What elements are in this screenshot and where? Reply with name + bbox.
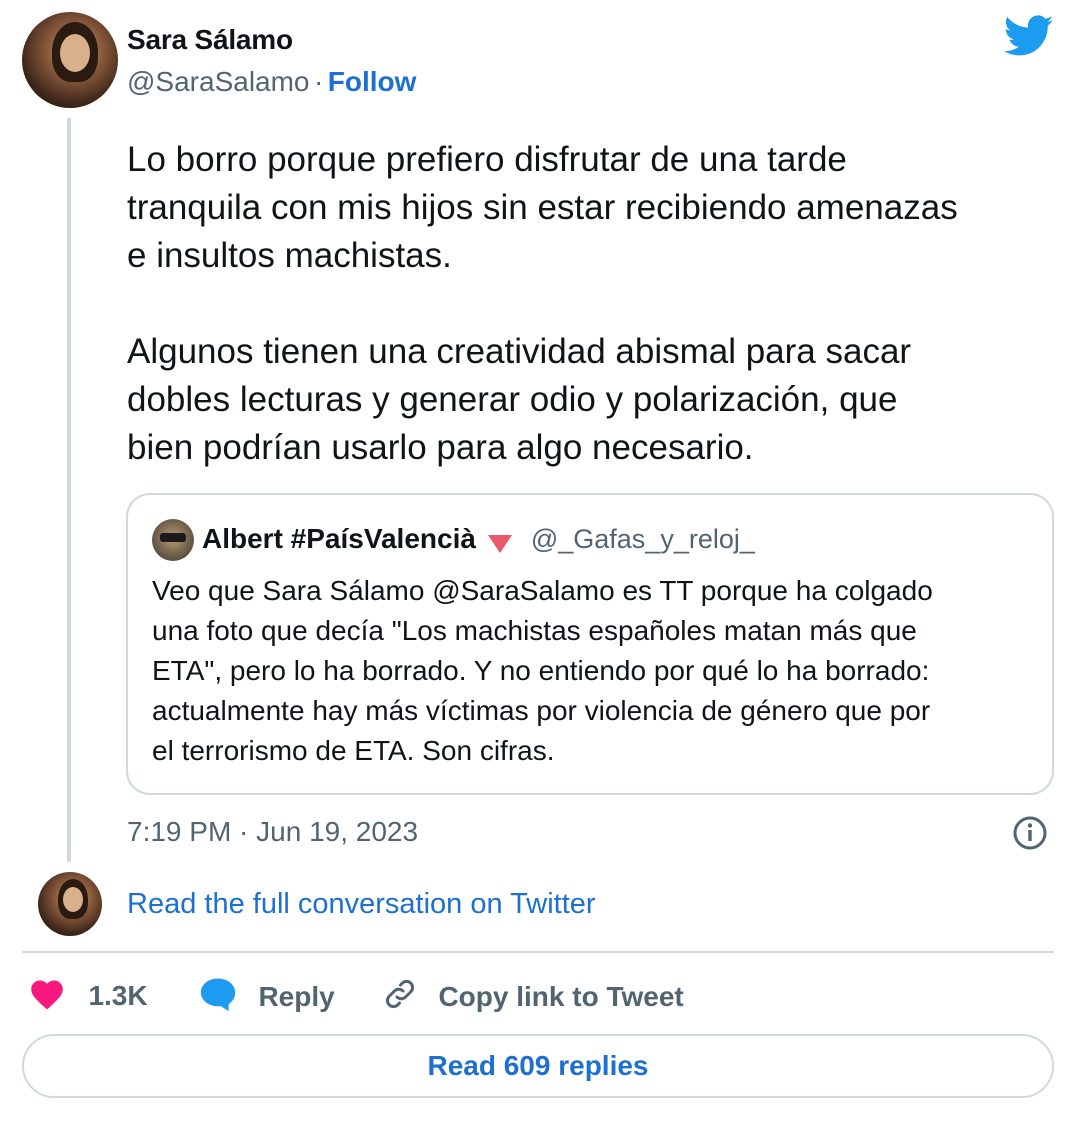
author-avatar[interactable] — [22, 12, 118, 108]
quoted-text-line: ETA", pero lo ha borrado. Y no entiendo … — [152, 655, 930, 686]
author-handle[interactable]: @SaraSalamo — [127, 66, 310, 97]
quoted-text-line: una foto que decía "Los machistas españo… — [152, 615, 917, 646]
like-button[interactable]: 1.3K — [28, 976, 148, 1016]
author-handle-row: @SaraSalamo · Follow — [127, 66, 416, 98]
read-conversation-link[interactable]: Read the full conversation on Twitter — [127, 888, 596, 921]
quoted-text-line: actualmente hay más víctimas por violenc… — [152, 695, 931, 726]
quoted-tweet-text: Veo que Sara Sálamo @SaraSalamo es TT po… — [152, 571, 1032, 771]
quoted-text-line: Veo que Sara Sálamo @SaraSalamo es TT po… — [152, 575, 933, 606]
link-icon — [382, 976, 418, 1017]
copy-link-label: Copy link to Tweet — [438, 980, 684, 1012]
flag-icon — [488, 534, 513, 553]
heart-icon — [28, 976, 66, 1015]
tweet-text-paragraph-2: Algunos tienen una creatividad abismal p… — [127, 332, 912, 467]
follow-button[interactable]: Follow — [328, 66, 417, 97]
tweet-text-paragraph-1: Lo borro porque prefiero disfrutar de un… — [127, 140, 958, 275]
tweet-timestamp[interactable]: 7:19 PM · Jun 19, 2023 — [127, 816, 418, 848]
twitter-bird-icon[interactable] — [1003, 14, 1054, 58]
like-count: 1.3K — [88, 979, 148, 1011]
author-avatar-small — [38, 872, 102, 936]
quoted-author-name: Albert #PaísValencià — [202, 523, 476, 554]
thread-line — [67, 118, 71, 862]
reply-button[interactable]: Reply — [198, 976, 335, 1016]
read-replies-label: Read 609 replies — [427, 1050, 649, 1081]
quoted-tweet-card[interactable]: Albert #PaísValencià @_Gafas_y_reloj_ Ve… — [126, 493, 1054, 795]
read-replies-button[interactable]: Read 609 replies — [22, 1034, 1054, 1098]
info-icon[interactable] — [1012, 815, 1048, 851]
copy-link-button[interactable]: Copy link to Tweet — [382, 976, 684, 1016]
quoted-text-line: el terrorismo de ETA. Son cifras. — [152, 735, 555, 766]
reply-label: Reply — [258, 980, 335, 1012]
divider — [22, 951, 1054, 953]
reply-bubble-icon — [198, 976, 238, 1017]
quoted-author-avatar — [152, 519, 194, 561]
separator: · — [313, 66, 324, 97]
author-name[interactable]: Sara Sálamo — [127, 24, 293, 56]
quoted-author-row: Albert #PaísValencià @_Gafas_y_reloj_ — [202, 523, 755, 555]
quoted-author-handle: @_Gafas_y_reloj_ — [530, 524, 755, 554]
